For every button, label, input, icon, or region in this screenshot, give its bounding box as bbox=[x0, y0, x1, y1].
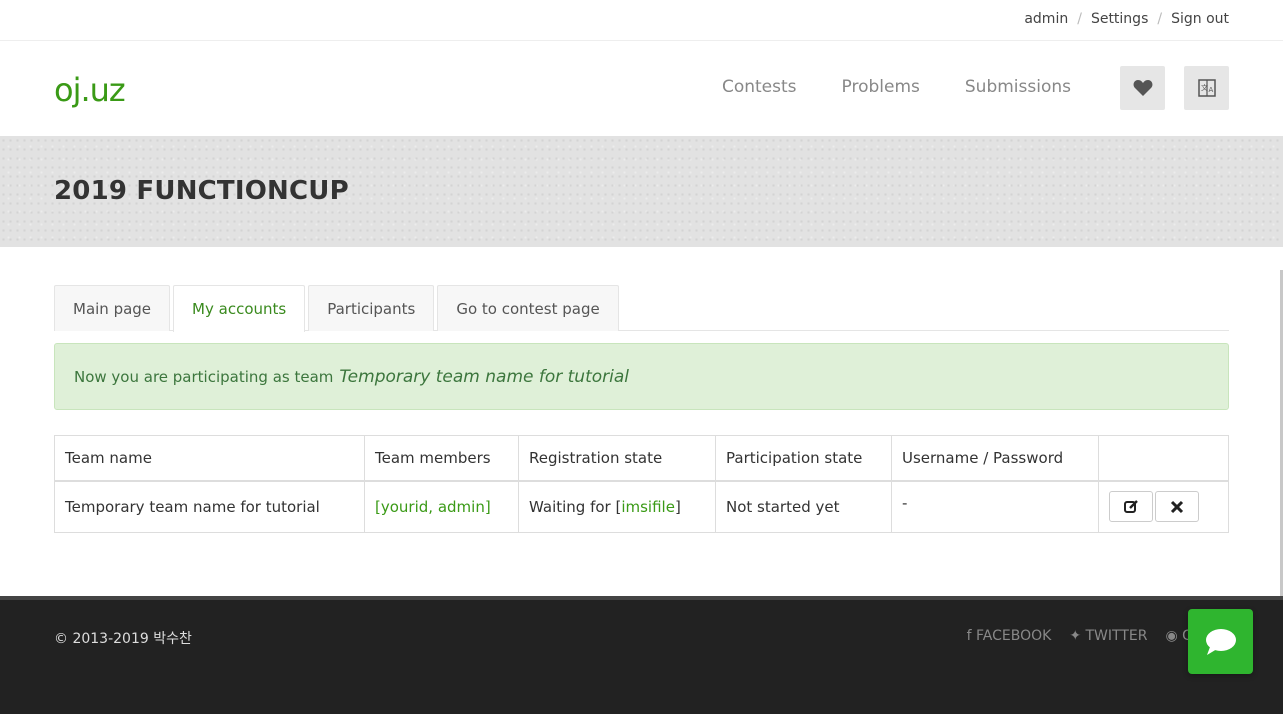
member-separator: , bbox=[428, 497, 438, 516]
actions-cell bbox=[1098, 480, 1229, 533]
team-name-cell: Temporary team name for tutorial bbox=[54, 480, 365, 533]
team-members-cell: [yourid, admin] bbox=[364, 480, 519, 533]
contest-banner: 2019 FUNCTIONCUP bbox=[0, 136, 1283, 247]
alert-team-name: Temporary team name for tutorial bbox=[339, 366, 630, 387]
header-username-password: Username / Password bbox=[891, 435, 1099, 482]
table-row: Temporary team name for tutorial [yourid… bbox=[54, 480, 1229, 533]
participation-alert: Now you are participating as team Tempor… bbox=[54, 343, 1229, 410]
language-button[interactable]: 文A bbox=[1184, 66, 1229, 110]
registration-user-link[interactable]: imsifile bbox=[621, 498, 675, 516]
chat-button[interactable] bbox=[1188, 609, 1253, 674]
header-team-name: Team name bbox=[54, 435, 365, 482]
social-links: f FACEBOOK ✦ TWITTER ◉ G bbox=[967, 628, 1193, 644]
twitter-label: TWITTER bbox=[1085, 628, 1148, 644]
nav-contests[interactable]: Contests bbox=[722, 77, 797, 97]
facebook-label: FACEBOOK bbox=[976, 628, 1052, 644]
tab-participants[interactable]: Participants bbox=[308, 285, 435, 331]
github-icon: ◉ bbox=[1165, 628, 1178, 644]
svg-text:A: A bbox=[1208, 86, 1213, 94]
twitter-icon: ✦ bbox=[1069, 628, 1082, 644]
footer: © 2013-2019 박수찬 f FACEBOOK ✦ TWITTER ◉ G bbox=[0, 596, 1283, 714]
tab-go-to-contest[interactable]: Go to contest page bbox=[437, 285, 619, 331]
header: oj.uz Contests Problems Submissions 文A bbox=[0, 41, 1283, 136]
header-team-members: Team members bbox=[364, 435, 519, 482]
member-link-yourid[interactable]: yourid bbox=[381, 498, 428, 516]
separator: / bbox=[1157, 11, 1163, 27]
edit-button[interactable] bbox=[1109, 491, 1153, 523]
heart-icon bbox=[1133, 80, 1152, 96]
nav-problems[interactable]: Problems bbox=[842, 77, 920, 97]
table-header-row: Team name Team members Registration stat… bbox=[54, 435, 1229, 482]
sign-out-link[interactable]: Sign out bbox=[1171, 11, 1229, 27]
header-participation-state: Participation state bbox=[715, 435, 892, 482]
tab-my-accounts[interactable]: My accounts bbox=[173, 285, 306, 332]
registration-state-cell: Waiting for [imsifile] bbox=[518, 480, 716, 533]
facebook-link[interactable]: f FACEBOOK bbox=[967, 628, 1052, 644]
alert-text: Now you are participating as team bbox=[74, 367, 334, 386]
participation-state-cell: Not started yet bbox=[715, 480, 892, 533]
twitter-link[interactable]: ✦ TWITTER bbox=[1069, 628, 1147, 644]
credentials-cell: - bbox=[891, 480, 1099, 533]
page-title: 2019 FUNCTIONCUP bbox=[54, 176, 349, 206]
svg-text:文: 文 bbox=[1201, 83, 1208, 92]
separator: / bbox=[1077, 11, 1082, 27]
registration-prefix: Waiting for [ bbox=[529, 497, 622, 516]
header-actions bbox=[1098, 435, 1229, 482]
teams-table: Team name Team members Registration stat… bbox=[54, 435, 1229, 533]
facebook-icon: f bbox=[966, 628, 972, 644]
close-icon bbox=[1170, 500, 1184, 513]
logo[interactable]: oj.uz bbox=[54, 71, 126, 109]
header-registration-state: Registration state bbox=[518, 435, 716, 482]
delete-button[interactable] bbox=[1155, 491, 1199, 523]
main-nav: Contests Problems Submissions bbox=[722, 77, 1071, 97]
member-link-admin[interactable]: admin bbox=[438, 498, 485, 516]
edit-icon bbox=[1124, 499, 1138, 513]
bracket: ] bbox=[674, 497, 681, 516]
copyright: © 2013-2019 박수찬 bbox=[54, 631, 192, 647]
user-links: admin / Settings / Sign out bbox=[1024, 11, 1229, 27]
bracket: ] bbox=[484, 497, 491, 516]
settings-link[interactable]: Settings bbox=[1091, 11, 1148, 27]
translate-icon: 文A bbox=[1197, 79, 1216, 97]
contest-tabs: Main page My accounts Participants Go to… bbox=[54, 285, 1229, 332]
favorites-button[interactable] bbox=[1120, 66, 1165, 110]
chat-icon bbox=[1205, 628, 1236, 655]
user-link[interactable]: admin bbox=[1024, 11, 1068, 27]
tab-main-page[interactable]: Main page bbox=[54, 285, 171, 331]
nav-submissions[interactable]: Submissions bbox=[965, 77, 1071, 97]
top-bar: admin / Settings / Sign out bbox=[0, 0, 1283, 41]
